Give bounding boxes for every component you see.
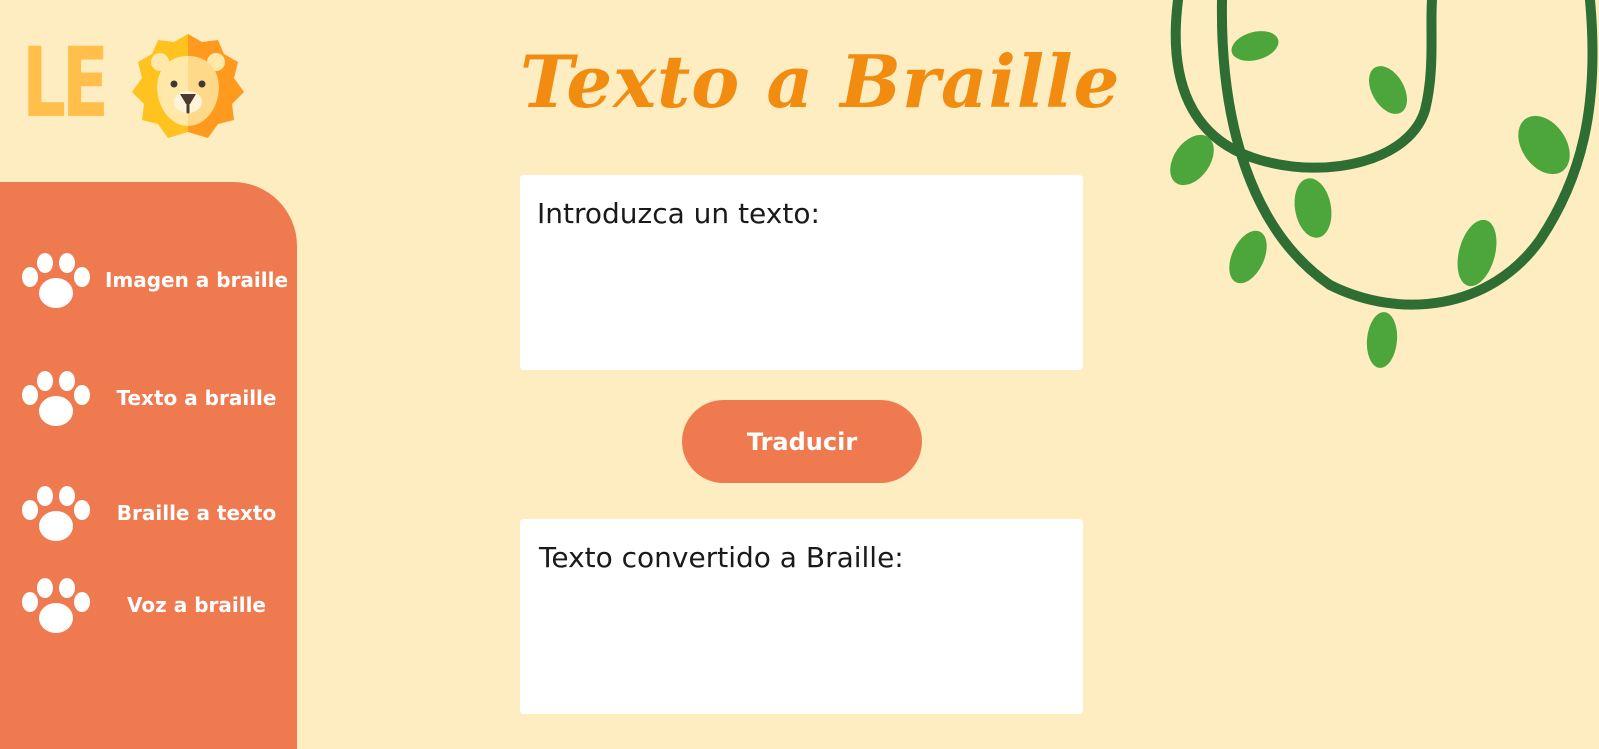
- braille-output[interactable]: [536, 587, 1070, 703]
- sidebar: Imagen a braille Texto a braille Braille…: [0, 182, 297, 749]
- sidebar-item-label: Texto a braille: [116, 386, 277, 410]
- sidebar-item-label: Imagen a braille: [104, 268, 289, 292]
- output-panel: Texto convertido a Braille:: [520, 519, 1083, 714]
- sidebar-item-imagen-a-braille[interactable]: Imagen a braille: [0, 245, 297, 315]
- logo-text: LE: [22, 27, 109, 139]
- sidebar-item-label: Braille a texto: [116, 501, 277, 525]
- sidebar-item-braille-a-texto[interactable]: Braille a texto: [0, 478, 297, 548]
- sidebar-item-voz-a-braille[interactable]: Voz a braille: [0, 570, 297, 640]
- lion-face-icon: [132, 34, 244, 138]
- translate-button[interactable]: Traducir: [682, 400, 922, 483]
- input-label: Introduzca un texto:: [537, 197, 820, 230]
- paw-icon: [22, 578, 90, 633]
- sidebar-item-texto-a-braille[interactable]: Texto a braille: [0, 363, 297, 433]
- output-label: Texto convertido a Braille:: [539, 541, 904, 574]
- sidebar-item-label: Voz a braille: [127, 593, 266, 617]
- input-panel: Introduzca un texto:: [520, 175, 1083, 370]
- hanging-vines-icon: [1170, 0, 1598, 368]
- paw-icon: [22, 371, 90, 426]
- text-input[interactable]: [536, 243, 1070, 359]
- paw-icon: [22, 253, 90, 308]
- paw-icon: [22, 486, 90, 541]
- page-title: Texto a Braille: [520, 39, 1121, 124]
- logo: LE: [22, 28, 252, 148]
